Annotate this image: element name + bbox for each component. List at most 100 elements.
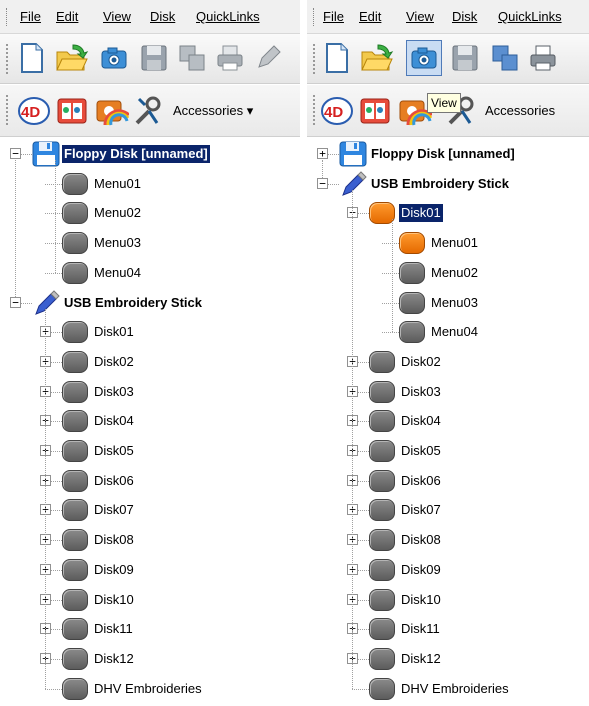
toolbar-grip[interactable]	[313, 44, 316, 74]
save-button[interactable]	[447, 40, 483, 76]
tree-node-dhv[interactable]: DHV Embroideries	[307, 675, 589, 703]
tree-node-disk[interactable]: + Disk06	[307, 467, 589, 495]
camera-icon	[411, 47, 437, 69]
open-folder-icon	[361, 44, 394, 71]
tree-node-usb-stick[interactable]: − USB Embroidery Stick	[307, 170, 589, 198]
open-button[interactable]	[359, 40, 395, 76]
disk-icon	[399, 321, 425, 343]
disk-icon	[369, 529, 395, 551]
view-button[interactable]	[406, 40, 442, 76]
tree-node-disk[interactable]: + Disk07	[307, 496, 589, 524]
disk-icon	[369, 351, 395, 373]
menu-bar: File Edit View Disk QuickLinks	[0, 0, 300, 34]
tree-connector	[358, 510, 369, 511]
tree-node-label: Floppy Disk [unnamed]	[61, 144, 211, 164]
menu-view[interactable]: View	[103, 9, 131, 24]
tree-node-disk[interactable]: + Disk12	[307, 645, 589, 673]
tree-connector	[51, 510, 62, 511]
tree-node-disk-active[interactable]: − Disk01	[307, 199, 589, 227]
collapse-icon[interactable]: −	[10, 297, 21, 308]
expand-icon[interactable]: +	[317, 148, 328, 159]
accessories-toolbar: 4D Accessories ▾	[0, 85, 300, 137]
accessories-dropdown[interactable]: Accessories	[485, 103, 555, 118]
4d-button[interactable]: 4D	[16, 93, 52, 129]
tree-node-disk[interactable]: + Disk09	[307, 556, 589, 584]
catalog-button[interactable]	[357, 93, 393, 129]
print-button[interactable]	[212, 40, 248, 76]
disk-icon	[62, 232, 88, 254]
tree-node-label: Menu04	[431, 324, 478, 339]
accessories-dropdown[interactable]: Accessories ▾	[173, 103, 253, 119]
disk-icon	[62, 470, 88, 492]
menu-quicklinks[interactable]: QuickLinks	[196, 9, 260, 24]
menubar-grip[interactable]	[313, 8, 315, 26]
menu-edit[interactable]: Edit	[56, 9, 78, 24]
disk-icon	[62, 618, 88, 640]
tree-connector	[358, 659, 369, 660]
tree-node-label: Floppy Disk [unnamed]	[371, 146, 515, 161]
tree-node-disk[interactable]: + Disk08	[307, 526, 589, 554]
photo-rainbow-icon	[96, 100, 129, 126]
tree-node-disk[interactable]: + Disk03	[307, 378, 589, 406]
new-button[interactable]	[319, 40, 355, 76]
menu-file[interactable]: File	[323, 9, 344, 24]
tree-node-label: Disk02	[401, 354, 441, 369]
toolbar-grip[interactable]	[6, 44, 9, 74]
tree-node-label: DHV Embroideries	[401, 681, 509, 696]
toolbar2-grip[interactable]	[6, 95, 9, 125]
collapse-icon[interactable]: −	[10, 148, 21, 159]
menu-disk[interactable]: Disk	[150, 9, 175, 24]
menu-view[interactable]: View	[406, 9, 434, 24]
toolbar2-grip[interactable]	[313, 95, 316, 125]
svg-text:4D: 4D	[21, 104, 40, 121]
tree-node-disk[interactable]: + Disk04	[307, 407, 589, 435]
tree-node-disk[interactable]: + Disk02	[307, 348, 589, 376]
open-button[interactable]	[54, 40, 90, 76]
tools-button[interactable]	[130, 93, 166, 129]
menu-disk[interactable]: Disk	[452, 9, 477, 24]
new-button[interactable]	[14, 40, 50, 76]
4d-logo-icon: 4D	[18, 97, 50, 125]
tree-connector	[45, 184, 62, 185]
menu-edit[interactable]: Edit	[359, 9, 381, 24]
tree-connector	[51, 540, 62, 541]
copy-button[interactable]	[174, 40, 210, 76]
menu-file[interactable]: File	[20, 9, 41, 24]
print-button[interactable]	[525, 40, 561, 76]
tree-node-menu[interactable]: Menu02	[0, 199, 300, 227]
save-disk-icon	[141, 45, 167, 71]
tree-node-menu[interactable]: Menu01	[0, 170, 300, 198]
dropdown-arrow-icon: ▾	[246, 103, 254, 118]
tree-node-disk[interactable]: + Disk05	[307, 437, 589, 465]
view-button[interactable]	[96, 40, 132, 76]
tree-connector	[358, 600, 369, 601]
tree-node-label: Menu01	[94, 176, 141, 191]
tree-node-menu[interactable]: Menu03	[0, 229, 300, 257]
disk-icon	[369, 470, 395, 492]
tree-node-menu[interactable]: Menu04	[0, 259, 300, 287]
catalog-button[interactable]	[54, 93, 90, 129]
tree-node-disk[interactable]: + Disk10	[307, 586, 589, 614]
tree-node-menu[interactable]: Menu03	[307, 289, 589, 317]
tree-node-floppy[interactable]: − Floppy Disk [unnamed]	[0, 140, 300, 168]
photo-button[interactable]	[94, 93, 130, 129]
tree-node-menu[interactable]: Menu04	[307, 318, 589, 346]
tree-connector	[45, 243, 62, 244]
menu-quicklinks[interactable]: QuickLinks	[498, 9, 562, 24]
edit-button[interactable]	[250, 40, 286, 76]
4d-button[interactable]: 4D	[319, 93, 355, 129]
tree-connector	[382, 332, 399, 333]
tree-node-disk[interactable]: + Disk11	[307, 615, 589, 643]
tree-node-menu[interactable]: Menu02	[307, 259, 589, 287]
tree-connector	[45, 689, 62, 690]
tree-node-floppy[interactable]: + Floppy Disk [unnamed]	[307, 140, 589, 168]
tree-node-label: Disk03	[401, 384, 441, 399]
save-button[interactable]	[136, 40, 172, 76]
collapse-icon[interactable]: −	[317, 178, 328, 189]
tree-connector	[328, 184, 339, 185]
tree-node-menu[interactable]: Menu01	[307, 229, 589, 257]
main-toolbar	[0, 34, 300, 84]
menubar-grip[interactable]	[6, 8, 8, 26]
copy-button[interactable]	[487, 40, 523, 76]
tree-node-label: Disk07	[94, 502, 134, 517]
